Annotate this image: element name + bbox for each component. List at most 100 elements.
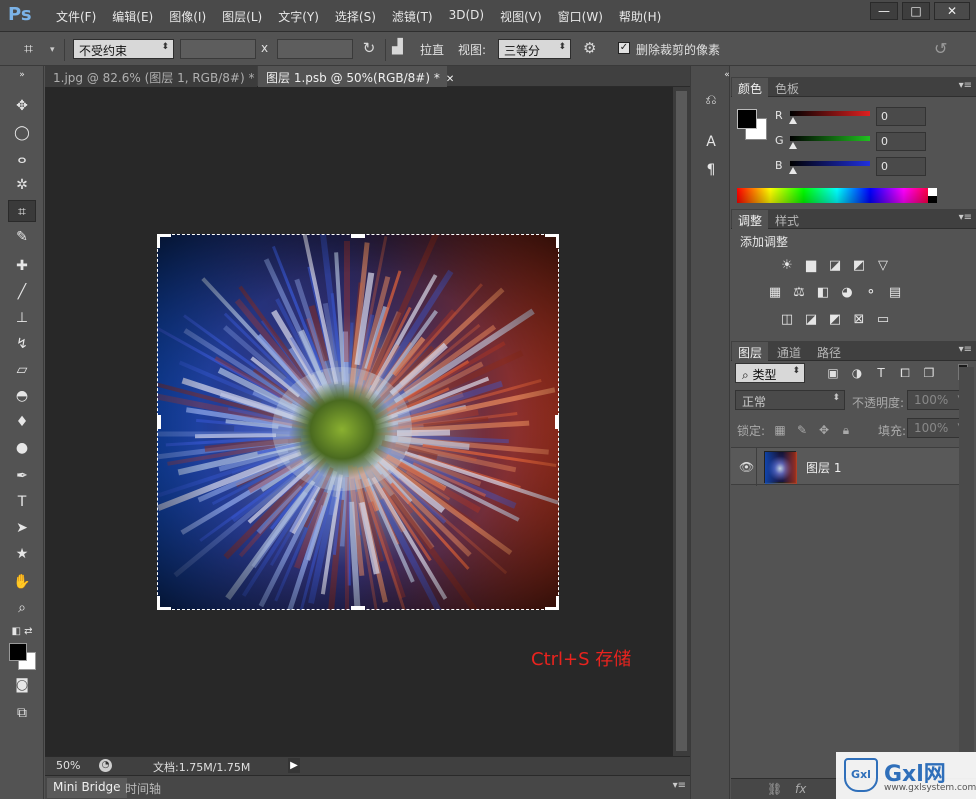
black-white-icon[interactable]: ◧ (814, 284, 832, 302)
layer-filter-select[interactable]: ⌕ 类型 ⬍ (735, 363, 805, 383)
blue-value-input[interactable]: 0 (876, 157, 926, 176)
tab-layers[interactable]: 图层 (732, 342, 769, 361)
marquee-tool-icon[interactable]: ◯ (8, 122, 36, 144)
photo-filter-icon[interactable]: ◕ (838, 284, 856, 302)
crop-handle-bottom[interactable] (351, 606, 365, 610)
tab-mini-bridge[interactable]: Mini Bridge (47, 778, 127, 798)
crop-handle-top-right[interactable] (545, 234, 559, 248)
menu-window[interactable]: 窗口(W) (550, 8, 611, 25)
tab-paths[interactable]: 路径 (811, 342, 847, 361)
quick-mask-icon[interactable]: ◙ (8, 674, 36, 696)
restore-button[interactable]: □ (902, 2, 930, 20)
tab-timeline[interactable]: 时间轴 (119, 778, 167, 798)
menu-filter[interactable]: 滤镜(T) (384, 8, 441, 25)
status-menu-arrow-icon[interactable]: ▶ (288, 758, 300, 773)
screen-mode-icon[interactable]: ⧉ (8, 702, 36, 724)
move-tool-icon[interactable]: ✥ (8, 95, 36, 117)
character-panel-icon[interactable]: A (701, 132, 721, 152)
selective-color-icon[interactable]: ⊠ (850, 311, 868, 329)
exposure-icon[interactable]: ◩ (850, 257, 868, 275)
menu-help[interactable]: 帮助(H) (611, 8, 669, 25)
history-panel-icon[interactable]: ⎌ (701, 90, 721, 110)
crop-handle-top[interactable] (351, 234, 365, 238)
straighten-label[interactable]: 拉直 (420, 41, 444, 61)
crop-tool-preset-icon[interactable]: ⌗ (24, 39, 46, 59)
crop-handle-top-left[interactable] (157, 234, 171, 248)
crop-box[interactable] (157, 234, 559, 610)
hand-tool-icon[interactable]: ✋ (8, 571, 36, 593)
eye-icon[interactable]: 👁︎ (739, 460, 754, 474)
crop-handle-bottom-right[interactable] (545, 596, 559, 610)
menu-file[interactable]: 文件(F) (48, 8, 104, 25)
paint-bucket-tool-icon[interactable]: ◓ (8, 385, 36, 407)
close-icon[interactable]: ✕ (446, 74, 454, 85)
type-tool-icon[interactable]: T (8, 491, 36, 513)
blue-slider-thumb[interactable] (789, 167, 797, 174)
shape-tool-icon[interactable]: ★ (8, 543, 36, 565)
menu-image[interactable]: 图像(I) (161, 8, 214, 25)
panel-menu-icon[interactable]: ▾≡ (673, 780, 686, 791)
height-input[interactable] (277, 39, 353, 59)
scrollbar-thumb[interactable] (676, 91, 687, 751)
history-brush-tool-icon[interactable]: ↯ (8, 333, 36, 355)
delete-cropped-checkbox[interactable]: ✓ (618, 42, 630, 54)
reset-icon[interactable]: ↺ (934, 39, 956, 59)
menu-edit[interactable]: 编辑(E) (104, 8, 161, 25)
tab-styles[interactable]: 样式 (769, 210, 805, 229)
green-slider-thumb[interactable] (789, 142, 797, 149)
zoom-tool-icon[interactable]: ⌕ (8, 597, 36, 619)
threshold-icon[interactable]: ◩ (826, 311, 844, 329)
channel-mixer-icon[interactable]: ⚬ (862, 284, 880, 302)
red-slider-thumb[interactable] (789, 117, 797, 124)
hue-saturation-icon[interactable]: ▦ (766, 284, 784, 302)
swap-rotate-icon[interactable]: ↻ (360, 39, 378, 59)
opacity-input[interactable]: 100% ▾ (907, 390, 967, 410)
clone-stamp-tool-icon[interactable]: ⊥ (8, 307, 36, 329)
path-selection-tool-icon[interactable]: ➤ (8, 517, 36, 539)
link-layers-icon[interactable]: ⛓ (767, 782, 782, 796)
filter-type-icon[interactable]: T (873, 365, 889, 381)
filter-smart-object-icon[interactable]: ❐ (921, 365, 937, 381)
paragraph-panel-icon[interactable]: ¶ (701, 160, 721, 180)
tab-document-1[interactable]: 1.jpg @ 82.6% (图层 1, RGB/8#) *✕ (45, 66, 269, 87)
posterize-icon[interactable]: ◪ (802, 311, 820, 329)
menu-view[interactable]: 视图(V) (492, 8, 550, 25)
panel-menu-icon[interactable]: ▾≡ (959, 344, 972, 355)
zoom-level[interactable]: 50% (56, 759, 80, 772)
layers-scrollbar[interactable] (959, 367, 974, 779)
tab-color[interactable]: 颜色 (732, 78, 769, 97)
red-value-input[interactable]: 0 (876, 107, 926, 126)
blue-slider[interactable] (790, 161, 870, 166)
brush-tool-icon[interactable]: ╱ (8, 281, 36, 303)
magic-wand-tool-icon[interactable]: ✲ (8, 174, 36, 196)
tab-channels[interactable]: 通道 (771, 342, 807, 361)
red-slider[interactable] (790, 111, 870, 116)
eyedropper-tool-icon[interactable]: ✎ (8, 226, 36, 248)
green-slider[interactable] (790, 136, 870, 141)
vertical-scrollbar[interactable] (673, 87, 690, 756)
layer-name[interactable]: 图层 1 (806, 459, 841, 476)
straighten-icon[interactable]: ▟ (392, 39, 412, 59)
width-input[interactable] (180, 39, 256, 59)
vibrance-icon[interactable]: ▽ (874, 257, 892, 275)
gear-icon[interactable]: ⚙ (583, 39, 601, 59)
blur-tool-icon[interactable]: ♦ (8, 411, 36, 433)
fill-input[interactable]: 100% ▾ (907, 418, 967, 438)
color-foreground-swatch[interactable] (737, 109, 757, 129)
gradient-map-icon[interactable]: ▭ (874, 311, 892, 329)
crop-handle-bottom-left[interactable] (157, 596, 171, 610)
lasso-tool-icon[interactable]: ⴰ (8, 148, 36, 170)
green-value-input[interactable]: 0 (876, 132, 926, 151)
tab-document-2[interactable]: 图层 1.psb @ 50%(RGB/8#) * ✕ (258, 66, 454, 87)
menu-select[interactable]: 选择(S) (327, 8, 384, 25)
menu-type[interactable]: 文字(Y) (270, 8, 327, 25)
levels-icon[interactable]: ▆ (802, 257, 820, 275)
panel-menu-icon[interactable]: ▾≡ (959, 80, 972, 91)
panel-menu-icon[interactable]: ▾≡ (959, 212, 972, 223)
crop-tool-icon[interactable]: ⌗ (8, 200, 36, 222)
layer-row[interactable]: 👁︎ 图层 1 (731, 447, 959, 486)
blend-mode-select[interactable]: 正常 ⬍ (735, 390, 845, 410)
spectrum-white-swatch[interactable] (928, 188, 937, 196)
default-colors-icon[interactable]: ◧ ⇄ (8, 621, 36, 643)
chevron-down-icon[interactable]: ▾ (50, 45, 55, 65)
